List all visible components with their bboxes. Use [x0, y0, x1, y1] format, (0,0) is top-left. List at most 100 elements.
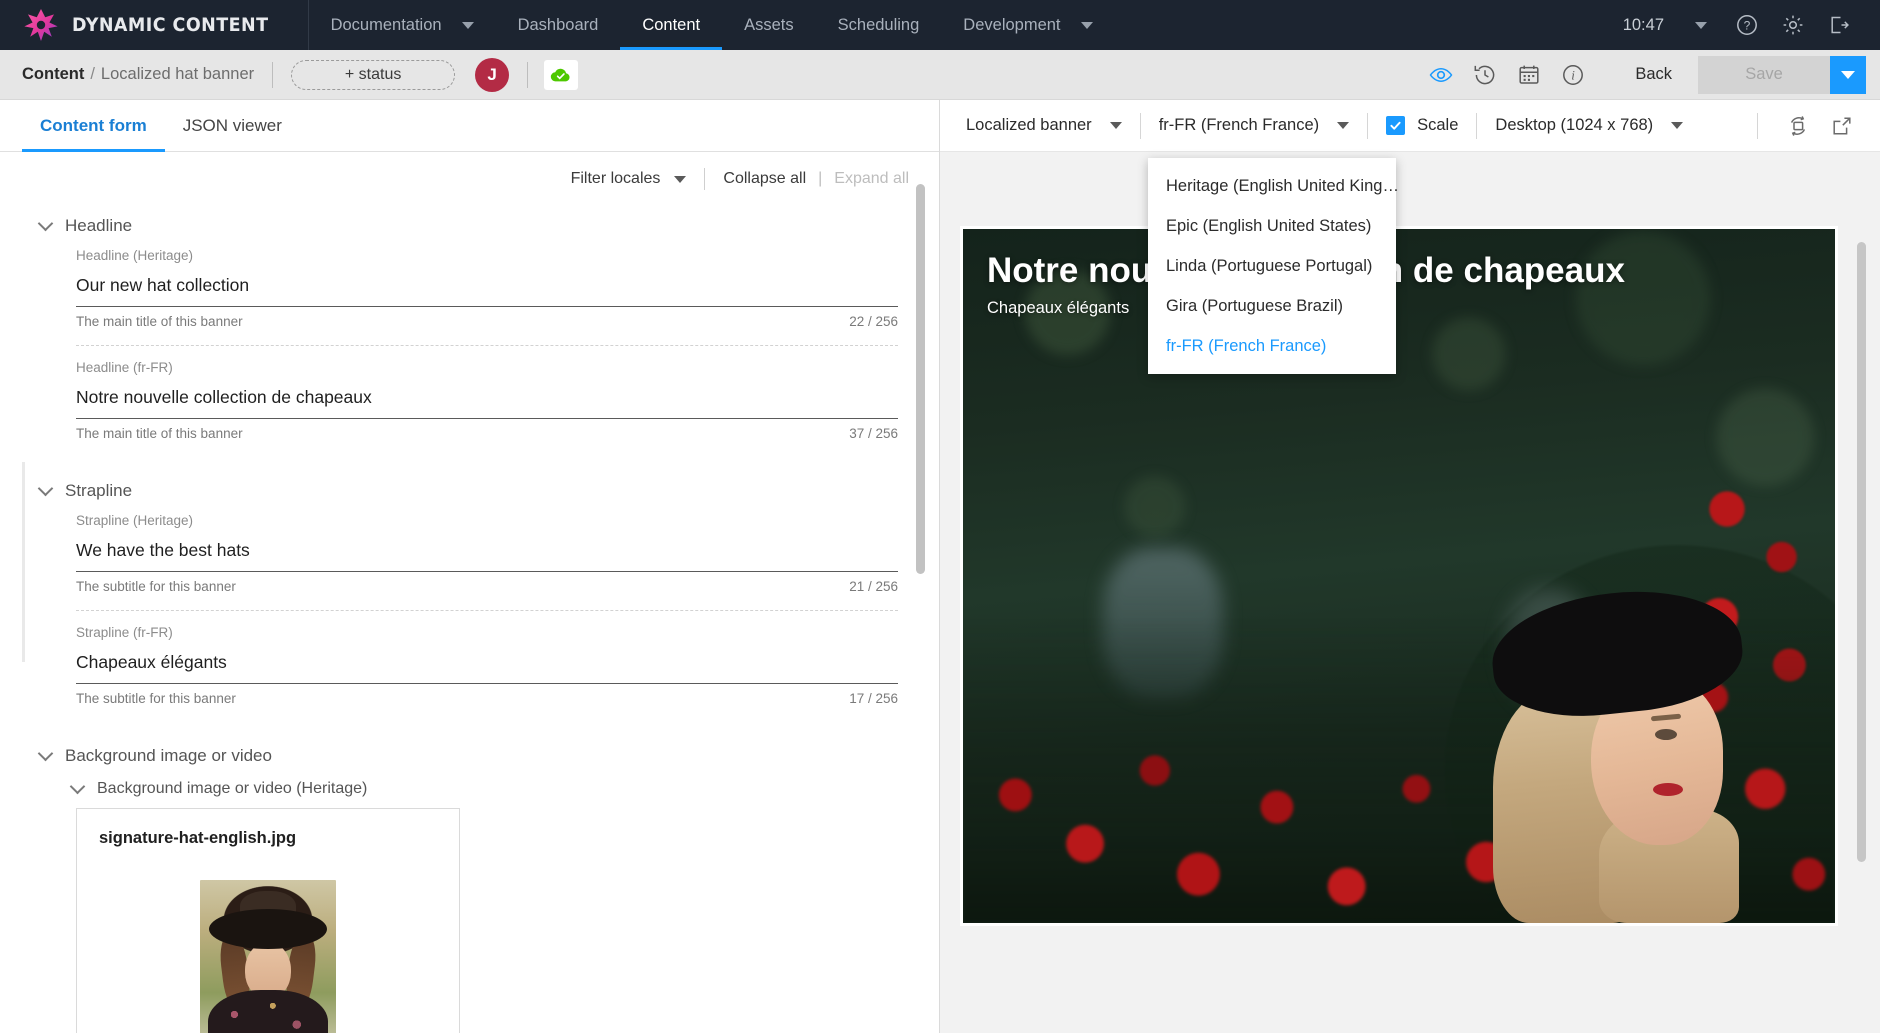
field-footer: The main title of this banner 37 / 256: [76, 419, 898, 441]
field-char-counter: 17 / 256: [849, 691, 898, 706]
avatar[interactable]: J: [475, 57, 510, 92]
active-field-marker: [22, 462, 25, 662]
settings-button[interactable]: [1770, 0, 1816, 50]
top-nav-right-group: 10:47 ?: [1609, 0, 1880, 50]
section-background-heritage-header[interactable]: Background image or video (Heritage): [69, 778, 939, 798]
strapline-heritage-input[interactable]: We have the best hats: [76, 536, 898, 572]
info-button[interactable]: i: [1551, 55, 1595, 95]
form-scroll-region: Filter locales Collapse all | Expand all…: [0, 152, 939, 1033]
tab-json-viewer[interactable]: JSON viewer: [165, 100, 300, 151]
preview-toolbar-right: [1739, 106, 1864, 146]
nav-item-development[interactable]: Development: [941, 0, 1070, 50]
section-background-header[interactable]: Background image or video: [37, 745, 939, 766]
section-strapline-title: Strapline: [65, 481, 133, 500]
preview-toolbar-divider-2: [1367, 112, 1369, 139]
preview-locale-dropdown[interactable]: fr-FR (French France): [1158, 116, 1350, 135]
main-nav-items: Dashboard Content Assets Scheduling Deve…: [496, 0, 1115, 50]
form-scrollbar[interactable]: [916, 152, 925, 1033]
locale-option-linda[interactable]: Linda (Portuguese Portugal): [1148, 246, 1396, 286]
section-background-heritage-title: Background image or video (Heritage): [97, 780, 368, 797]
woman-in-beret-with-red-roses-photo: Notre nouvelle collection de chapeaux Ch…: [963, 229, 1835, 923]
thumb-dress: [208, 990, 328, 1033]
field-strapline-heritage: Strapline (Heritage) We have the best ha…: [76, 513, 898, 594]
nav-overflow-caret[interactable]: [1071, 0, 1115, 50]
chevron-down-icon: [1109, 122, 1122, 129]
field-strapline-frfr: Strapline (fr-FR) Chapeaux élégants The …: [76, 625, 898, 706]
form-scrollbar-thumb[interactable]: [916, 184, 925, 574]
field-char-counter: 22 / 256: [849, 314, 898, 329]
publish-status-button[interactable]: [544, 59, 579, 90]
strapline-frfr-input[interactable]: Chapeaux élégants: [76, 648, 898, 684]
info-icon: i: [1563, 64, 1584, 85]
collapse-all-link[interactable]: Collapse all: [723, 170, 806, 188]
field-label: Headline (fr-FR): [76, 360, 173, 375]
preview-toolbar-divider-3: [1476, 112, 1478, 139]
help-circle-icon: ?: [1737, 15, 1757, 35]
preview-device-dropdown[interactable]: Desktop (1024 x 768): [1495, 116, 1684, 135]
section-gap-2: [0, 706, 939, 732]
toolbar-divider: [272, 61, 274, 88]
section-strapline: Strapline Strapline (Heritage) We have t…: [0, 480, 939, 706]
clock-dropdown-caret[interactable]: [1678, 0, 1724, 50]
field-label: Strapline (fr-FR): [76, 625, 173, 640]
locale-option-heritage[interactable]: Heritage (English United King…: [1148, 166, 1399, 206]
scale-checkbox[interactable]: [1386, 116, 1406, 135]
field-footer: The subtitle for this banner 17 / 256: [76, 684, 898, 706]
field-headline-frfr: Headline (fr-FR) Notre nouvelle collecti…: [76, 360, 898, 441]
checkmark-icon: [1390, 121, 1401, 130]
help-button[interactable]: ?: [1724, 0, 1770, 50]
locale-option-gira[interactable]: Gira (Portuguese Brazil): [1148, 286, 1396, 326]
filter-locales-dropdown[interactable]: Filter locales: [571, 170, 687, 188]
headline-frfr-input[interactable]: Notre nouvelle collection de chapeaux: [76, 383, 898, 419]
chevron-down-icon: [1337, 122, 1350, 129]
nav-item-scheduling[interactable]: Scheduling: [816, 0, 942, 50]
field-help-text: The main title of this banner: [76, 314, 243, 329]
preview-scrollbar-thumb[interactable]: [1857, 242, 1866, 862]
breadcrumb-root[interactable]: Content: [22, 65, 84, 84]
brand-home-link[interactable]: DYNAMIC CONTENT: [0, 0, 308, 50]
field-help-text: The main title of this banner: [76, 426, 243, 441]
field-headline-heritage: Headline (Heritage) Our new hat collecti…: [76, 248, 898, 329]
preview-toolbar: Localized banner fr-FR (French France) S…: [940, 100, 1880, 152]
asset-card[interactable]: signature-hat-english.jpg: [76, 808, 460, 1033]
nav-item-assets[interactable]: Assets: [722, 0, 816, 50]
logout-icon: [1831, 16, 1849, 34]
asset-filename: signature-hat-english.jpg: [99, 829, 297, 847]
locale-option-epic[interactable]: Epic (English United States): [1148, 206, 1396, 246]
schedule-button[interactable]: [1507, 55, 1551, 95]
headline-heritage-input[interactable]: Our new hat collection: [76, 271, 898, 307]
section-headline-header[interactable]: Headline: [37, 215, 939, 236]
preview-icon-button[interactable]: [1419, 55, 1463, 95]
breadcrumb-separator: /: [90, 65, 95, 83]
hub-selector[interactable]: Documentation: [309, 0, 452, 50]
add-status-button[interactable]: + status: [291, 59, 456, 90]
field-help-text: The subtitle for this banner: [76, 691, 236, 706]
preview-device-label: Desktop (1024 x 768): [1495, 116, 1654, 134]
chevron-down-icon: [674, 175, 687, 183]
preview-scrollbar[interactable]: [1857, 242, 1866, 902]
section-strapline-header[interactable]: Strapline: [37, 480, 939, 501]
rotate-device-button[interactable]: [1776, 106, 1820, 146]
back-button[interactable]: Back: [1595, 65, 1698, 84]
brand-name: DYNAMIC CONTENT: [72, 14, 269, 36]
thumb-hat-brim: [209, 909, 327, 950]
eye-icon: [1429, 67, 1453, 82]
preview-locale-label: fr-FR (French France): [1158, 116, 1320, 134]
section-headline: Headline Headline (Heritage) Our new hat…: [0, 215, 939, 441]
tab-content-form[interactable]: Content form: [22, 100, 165, 152]
logout-button[interactable]: [1816, 0, 1862, 50]
version-history-button[interactable]: [1463, 55, 1507, 95]
nav-item-dashboard[interactable]: Dashboard: [496, 0, 621, 50]
locale-option-frfr[interactable]: fr-FR (French France): [1148, 326, 1396, 366]
nav-item-content[interactable]: Content: [620, 0, 722, 50]
hub-selector-caret[interactable]: [452, 0, 496, 50]
top-navigation-bar: DYNAMIC CONTENT Documentation Dashboard …: [0, 0, 1880, 50]
open-in-new-window-button[interactable]: [1820, 106, 1864, 146]
save-button[interactable]: Save: [1698, 55, 1830, 94]
content-form-pane: Content form JSON viewer Filter locales …: [0, 100, 940, 1033]
preview-content-dropdown[interactable]: Localized banner: [966, 116, 1122, 135]
preview-toolbar-divider: [1139, 112, 1141, 139]
preview-toolbar-divider-4: [1757, 112, 1758, 139]
save-options-button[interactable]: [1830, 55, 1866, 94]
